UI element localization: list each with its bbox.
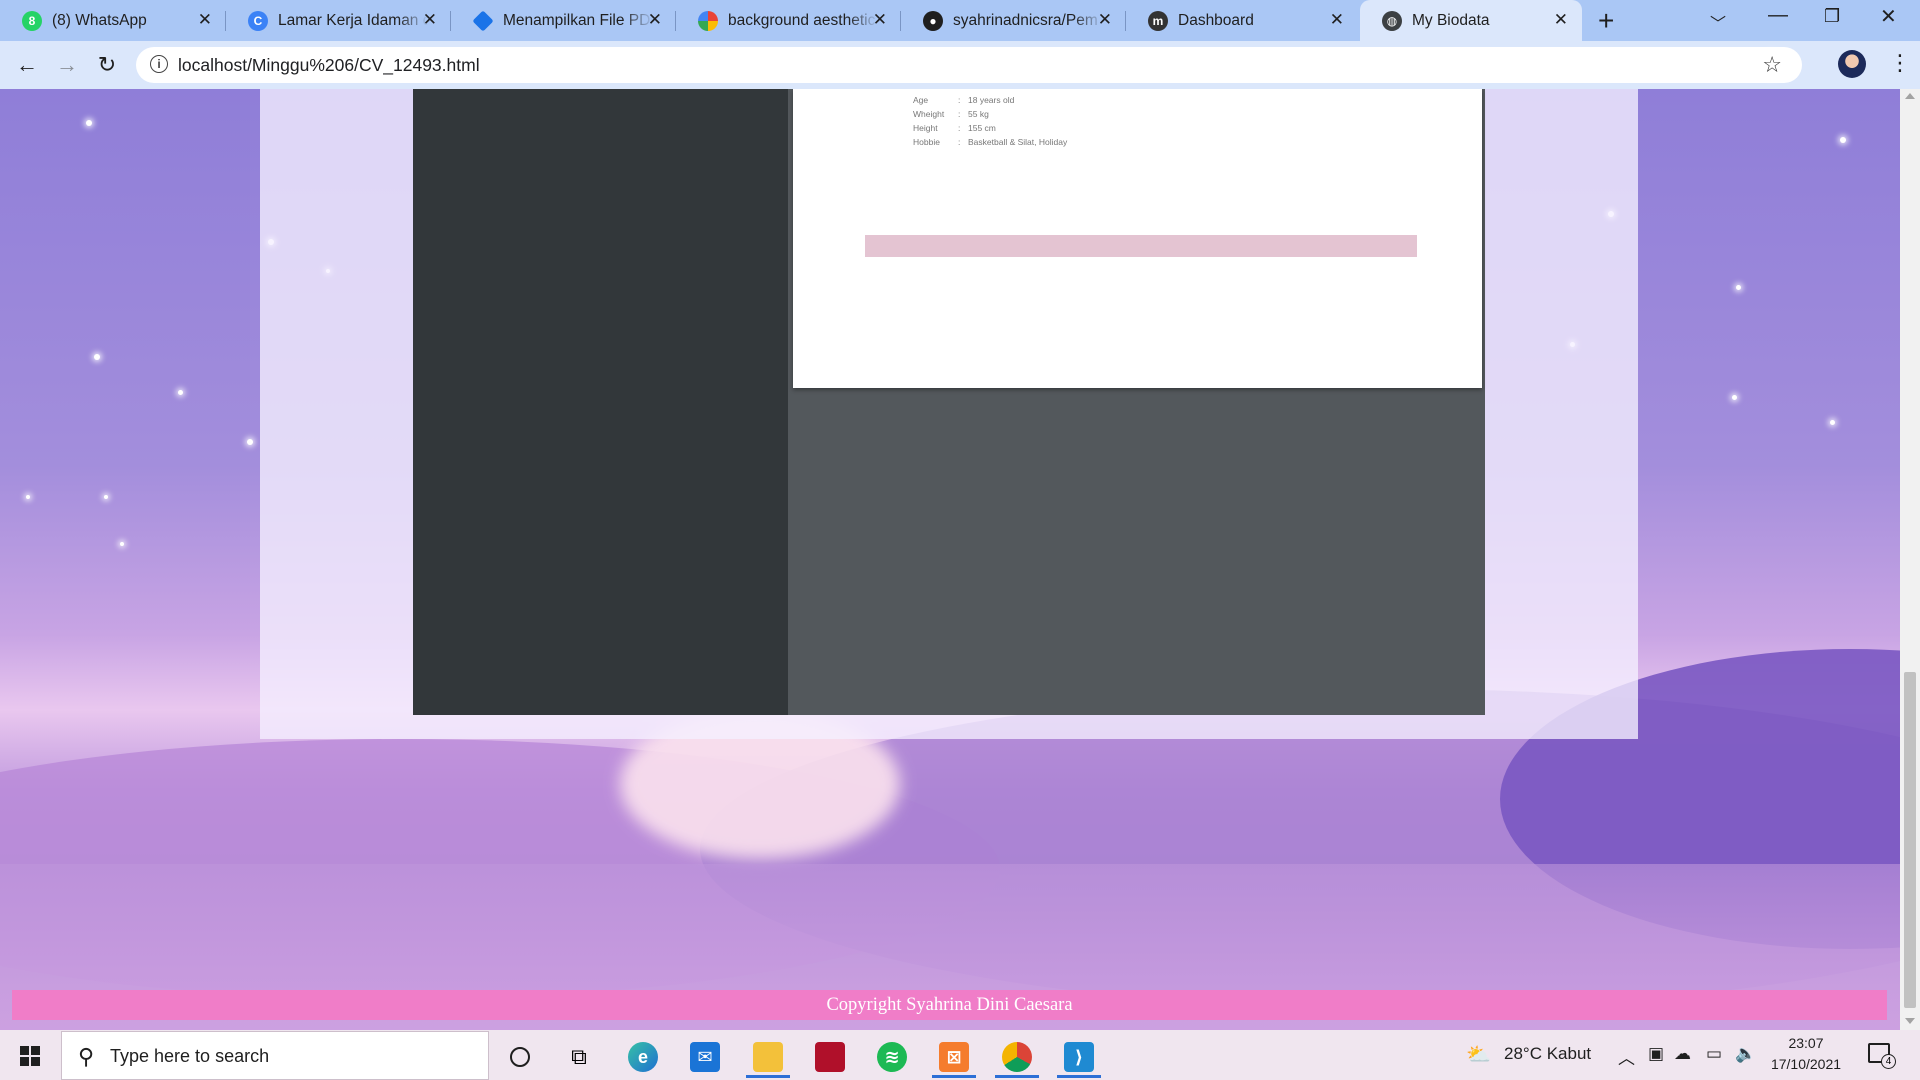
meet-now-icon[interactable]: ▣	[1648, 1044, 1664, 1064]
tab-my-biodata[interactable]: ◍ My Biodata ✕	[1360, 0, 1582, 41]
tab-title: My Biodata	[1412, 11, 1490, 29]
google-icon	[698, 10, 718, 31]
tab-github[interactable]: ● syahrinadnicsra/Pem ✕	[901, 0, 1126, 41]
forward-arrow-icon[interactable]: →	[51, 49, 83, 81]
site-info-icon[interactable]: i	[150, 55, 168, 73]
browser-toolbar: ← → ↻ i localhost/Minggu%206/CV_12493.ht…	[0, 41, 1920, 89]
bio-row-weight: Wheight:55 kg	[913, 109, 989, 119]
moodle-icon: m	[1148, 10, 1168, 31]
bio-row-height: Height:155 cm	[913, 123, 996, 133]
show-hidden-icons-chevron-icon[interactable]: ︿	[1618, 1044, 1635, 1069]
tab-menampilkan-pdf[interactable]: Menampilkan File PDF ✕	[451, 0, 676, 41]
background-star	[120, 542, 124, 546]
tab-strip: 8 (8) WhatsApp ✕ C Lamar Kerja Idaman di…	[0, 0, 1920, 41]
close-icon[interactable]: ✕	[1330, 10, 1344, 30]
section-divider-bar	[865, 235, 1417, 257]
background-star	[94, 354, 100, 360]
tab-dashboard[interactable]: m Dashboard ✕	[1126, 0, 1358, 41]
tab-title: background aesthetic	[728, 11, 876, 29]
background-star	[1840, 137, 1846, 143]
close-icon[interactable]: ✕	[648, 10, 662, 30]
battery-icon[interactable]: ▭	[1706, 1044, 1722, 1064]
clock-time: 23:07	[1788, 1035, 1824, 1051]
tab-title: syahrinadnicsra/Pem	[953, 11, 1098, 29]
bio-row-hobbie: Hobbie: Basketball & Silat, Holiday	[913, 137, 1068, 147]
page-footer: Copyright Syahrina Dini Caesara	[12, 990, 1887, 1020]
tab-title: (8) WhatsApp	[52, 11, 147, 29]
bookmark-star-icon[interactable]: ☆	[1762, 52, 1782, 78]
background-star	[178, 390, 183, 395]
search-placeholder: Type here to search	[110, 1046, 270, 1066]
cv-paper: Age:18 years old Wheight:55 kg Height:15…	[793, 89, 1482, 388]
github-icon: ●	[923, 10, 943, 31]
task-view-icon[interactable]: ⧉	[555, 1036, 603, 1078]
tab-title: Lamar Kerja Idaman di	[278, 11, 428, 29]
scroll-up-arrow-icon[interactable]	[1905, 93, 1915, 99]
vscode-icon[interactable]: ⟩	[1055, 1036, 1103, 1078]
xampp-icon[interactable]: ⊠	[930, 1036, 978, 1078]
weather-text[interactable]: 28°C Kabut	[1504, 1044, 1591, 1064]
background-star	[1732, 395, 1737, 400]
windows-taskbar: ⚲ Type here to search ⧉ e ✉ ≋ ⊠ ⟩ ⛅ 28°C…	[0, 1030, 1920, 1080]
close-icon[interactable]: ✕	[1554, 10, 1568, 30]
page-viewport: Age:18 years old Wheight:55 kg Height:15…	[0, 89, 1900, 1030]
new-tab-icon[interactable]: +	[1598, 5, 1614, 37]
scroll-down-arrow-icon[interactable]	[1905, 1018, 1915, 1024]
file-explorer-icon[interactable]	[744, 1036, 792, 1078]
globe-icon: ◍	[1382, 10, 1402, 31]
background-star	[26, 495, 30, 499]
notification-center-icon[interactable]: 4	[1868, 1043, 1896, 1069]
clock-date: 17/10/2021	[1770, 1056, 1842, 1072]
code-icon	[472, 9, 494, 32]
whatsapp-icon: 8	[22, 10, 42, 31]
tab-whatsapp[interactable]: 8 (8) WhatsApp ✕	[0, 0, 226, 41]
background-star	[104, 495, 108, 499]
notification-count-badge: 4	[1881, 1054, 1896, 1069]
background-star	[1736, 285, 1741, 290]
cortana-icon[interactable]	[496, 1036, 544, 1078]
canva-icon: C	[248, 10, 268, 31]
close-icon[interactable]: ✕	[873, 10, 887, 30]
tab-title: Dashboard	[1178, 11, 1254, 29]
mail-icon[interactable]: ✉	[681, 1036, 729, 1078]
close-icon[interactable]: ✕	[198, 10, 212, 30]
background-star	[1830, 420, 1835, 425]
restore-icon[interactable]: ❐	[1824, 6, 1840, 27]
background-star	[247, 439, 253, 445]
page-scrollbar[interactable]	[1900, 89, 1920, 1030]
windows-start-icon[interactable]	[10, 1040, 50, 1072]
close-icon[interactable]: ✕	[1098, 10, 1112, 30]
edge-icon[interactable]: e	[619, 1036, 667, 1078]
tab-lamar-kerja[interactable]: C Lamar Kerja Idaman di ✕	[226, 0, 451, 41]
spotify-icon[interactable]: ≋	[868, 1036, 916, 1078]
menu-kebab-icon[interactable]: ⋮	[1889, 50, 1911, 76]
taskbar-search-box[interactable]: ⚲ Type here to search	[61, 1031, 489, 1080]
chrome-icon[interactable]	[993, 1036, 1041, 1078]
reload-icon[interactable]: ↻	[91, 49, 123, 81]
weather-icon[interactable]: ⛅	[1466, 1042, 1491, 1067]
onedrive-icon[interactable]: ☁	[1674, 1044, 1691, 1064]
close-icon[interactable]: ✕	[423, 10, 437, 30]
close-window-icon[interactable]: ✕	[1880, 4, 1897, 29]
search-icon: ⚲	[78, 1044, 95, 1069]
scrollbar-thumb[interactable]	[1904, 672, 1916, 1008]
bio-row-age: Age:18 years old	[913, 95, 1015, 105]
volume-icon[interactable]: 🔈	[1735, 1044, 1756, 1064]
url-text[interactable]: localhost/Minggu%206/CV_12493.html	[178, 55, 480, 76]
tab-background-aesthetic[interactable]: background aesthetic ✕	[676, 0, 901, 41]
tab-search-chevron-icon[interactable]: ﹀	[1710, 10, 1726, 34]
cv-left-column	[413, 89, 788, 715]
profile-avatar[interactable]	[1838, 50, 1866, 78]
minimize-icon[interactable]: —	[1768, 4, 1788, 27]
address-bar[interactable]: i localhost/Minggu%206/CV_12493.html ☆	[136, 47, 1802, 83]
back-arrow-icon[interactable]: ←	[11, 49, 43, 81]
app-icon[interactable]	[806, 1036, 854, 1078]
footer-copyright: Copyright Syahrina Dini Caesara	[826, 995, 1073, 1015]
taskbar-clock[interactable]: 23:07 17/10/2021	[1766, 1033, 1846, 1075]
tab-title: Menampilkan File PDF	[503, 11, 653, 29]
background-star	[86, 120, 92, 126]
